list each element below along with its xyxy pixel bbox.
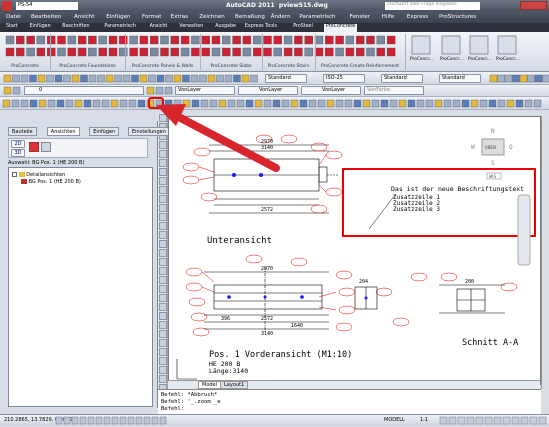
annotation-arrow [0,0,549,426]
